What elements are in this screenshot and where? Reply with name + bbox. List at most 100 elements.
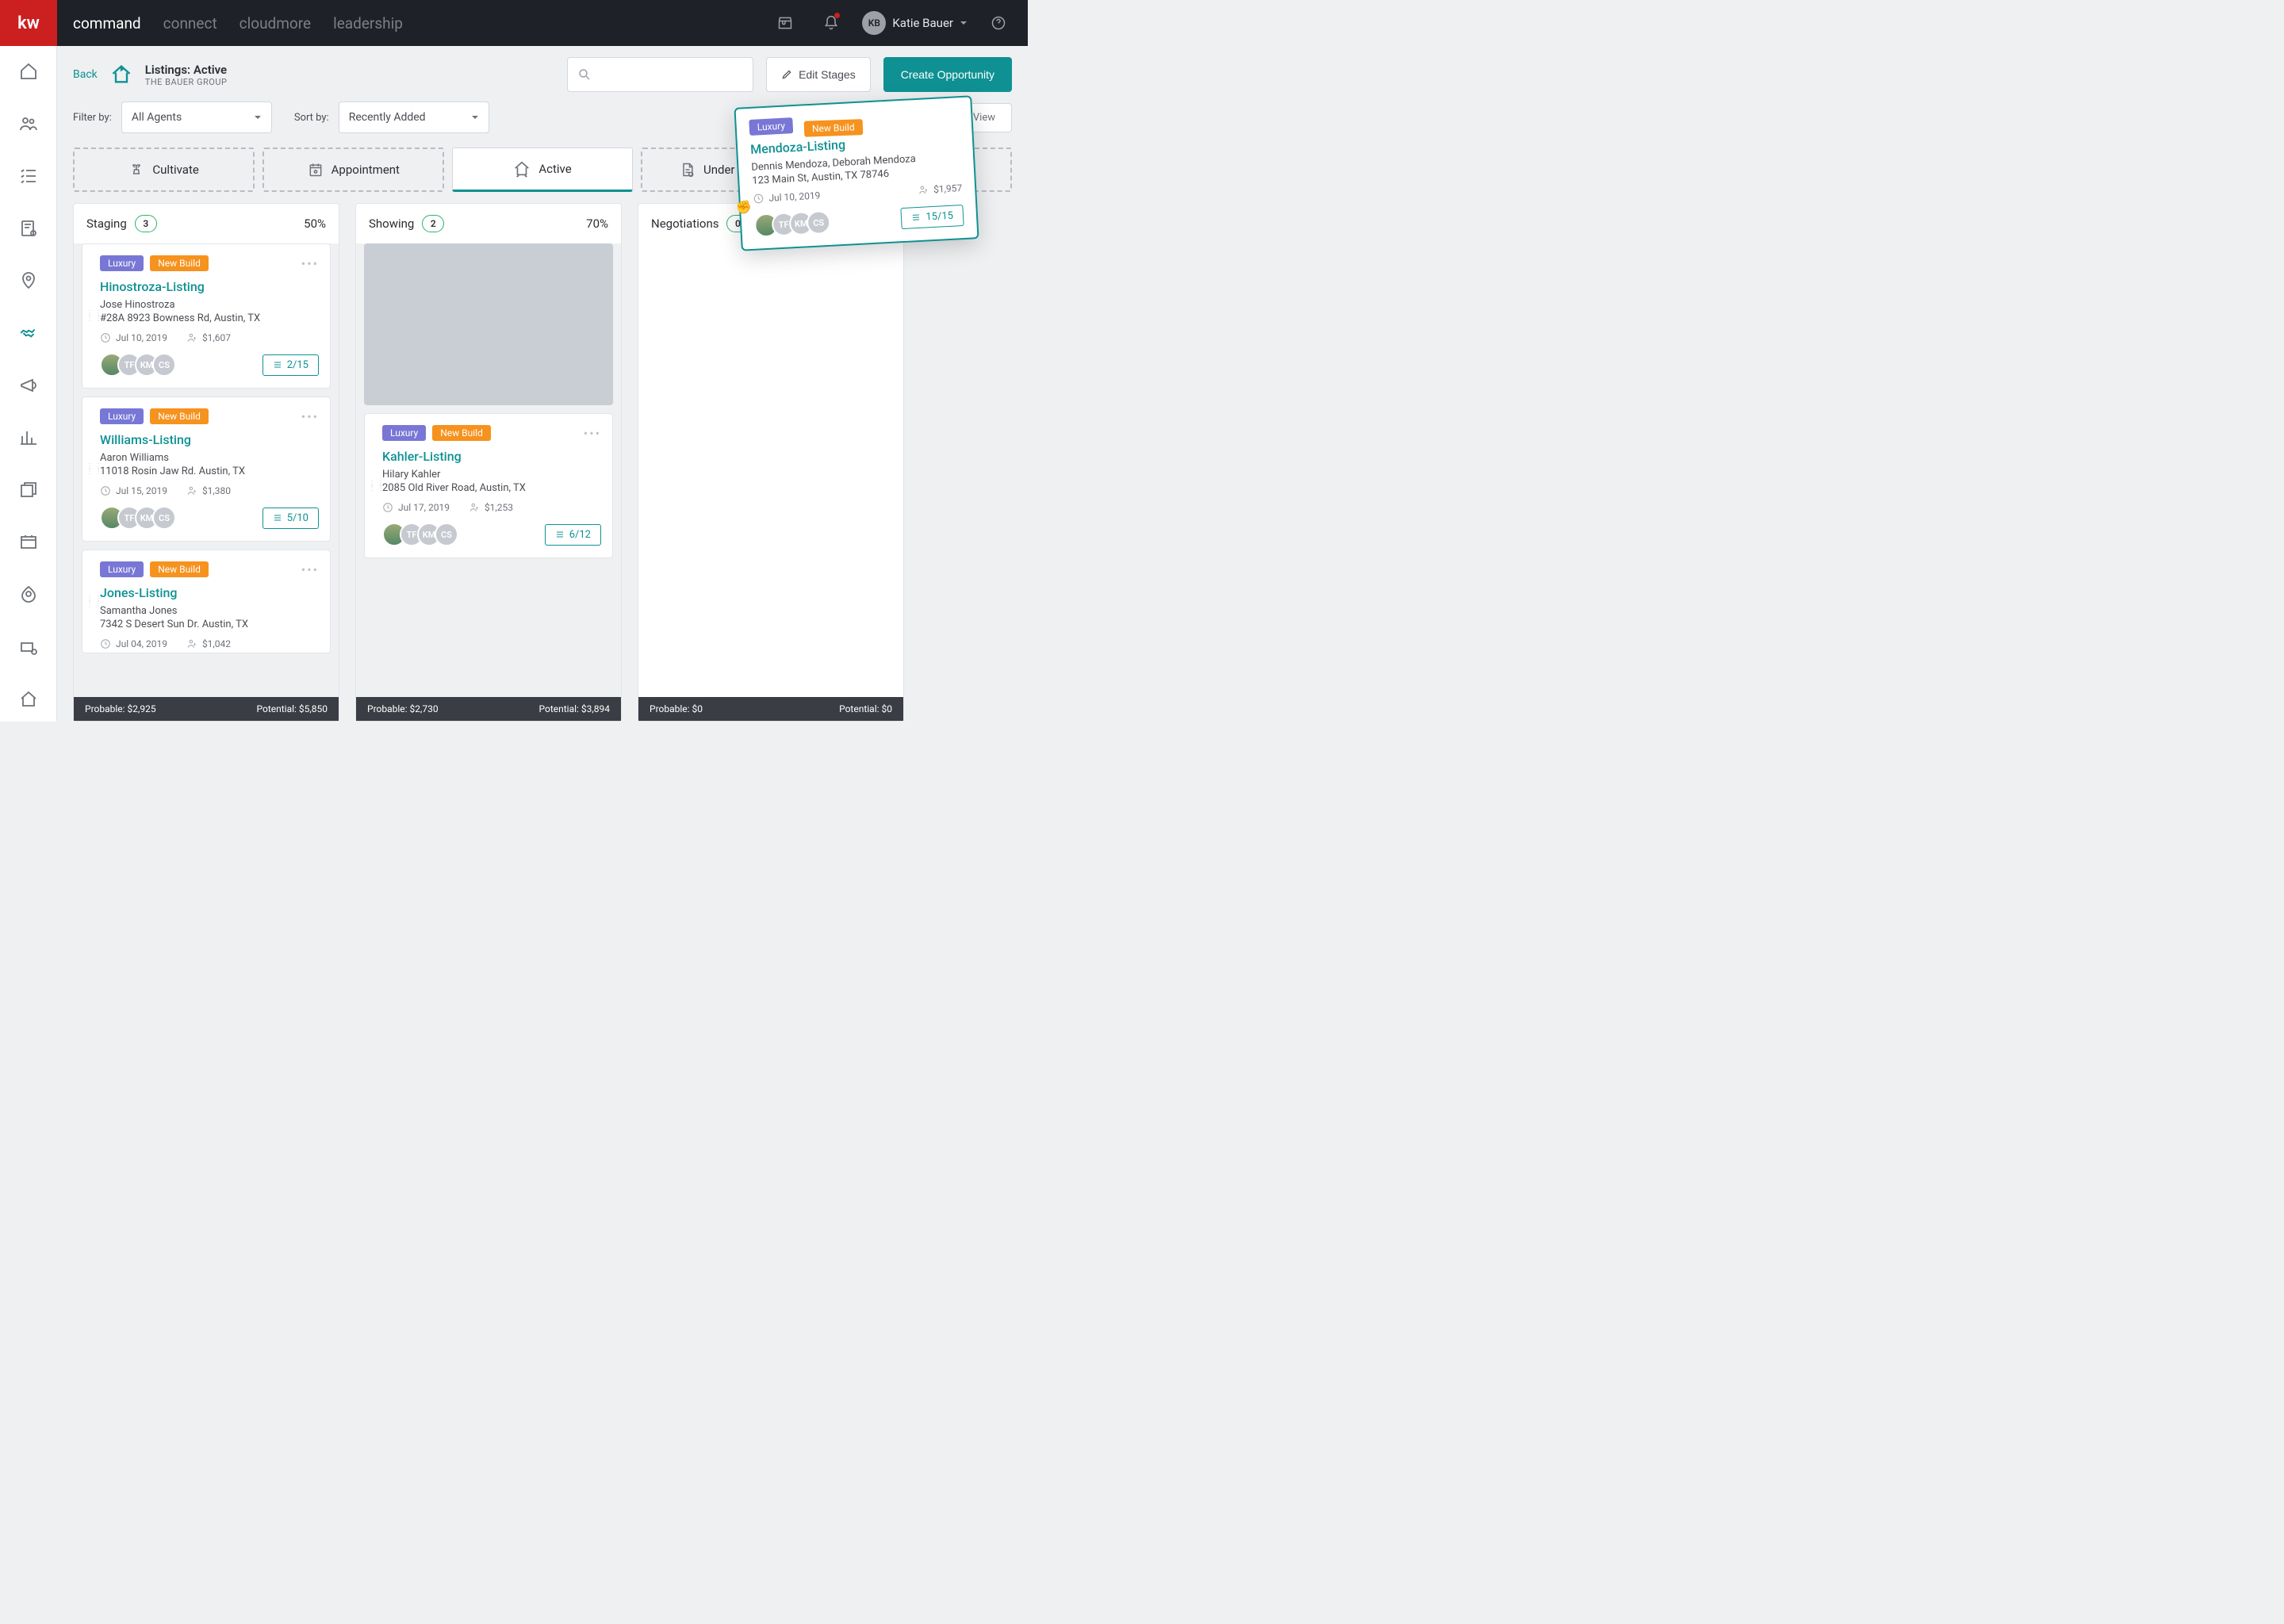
card-address: 11018 Rosin Jaw Rd. Austin, TX — [100, 465, 319, 477]
progress-chip[interactable]: 5/10 — [263, 508, 319, 529]
progress-chip[interactable]: 6/12 — [545, 524, 601, 546]
user-menu[interactable]: KB Katie Bauer — [862, 11, 968, 35]
chevron-down-icon — [471, 113, 479, 121]
tab-appointment[interactable]: Appointment — [263, 147, 444, 192]
listing-icon — [110, 63, 132, 86]
card-title[interactable]: Hinostroza-Listing — [100, 279, 319, 294]
nav-command[interactable]: command — [73, 14, 141, 33]
pencil-icon — [781, 69, 792, 80]
column-title: Staging — [86, 216, 127, 231]
tab-active[interactable]: Active — [452, 147, 632, 192]
back-link[interactable]: Back — [73, 68, 98, 81]
filter-by-label: Filter by: — [73, 112, 112, 124]
footer-potential: Potential: $5,850 — [256, 703, 328, 714]
assignee-avatars: TFKMCS — [100, 506, 176, 530]
bell-icon[interactable] — [816, 8, 846, 38]
search-input[interactable] — [567, 57, 753, 92]
rail-overview-icon[interactable] — [12, 688, 45, 710]
opportunity-card[interactable]: ⋮⋮⋮⋮ Luxury New Build ••• Kahler-Listing… — [364, 413, 613, 558]
drag-handle-icon[interactable]: ⋮⋮⋮⋮ — [86, 465, 103, 474]
column-staging: Staging 3 50% ⋮⋮⋮⋮ Luxury New Build ••• … — [73, 203, 339, 722]
progress-chip[interactable]: 2/15 — [263, 354, 319, 376]
card-date: Jul 10, 2019 — [753, 190, 821, 204]
nav-links: command connect cloudmore leadership — [73, 14, 403, 33]
dragging-card[interactable]: ✊ Luxury New Build Mendoza-Listing Denni… — [734, 95, 979, 251]
rail-map-icon[interactable] — [12, 584, 45, 606]
card-more-icon[interactable]: ••• — [301, 562, 319, 577]
footer-probable: Probable: $0 — [650, 703, 703, 714]
rail-reports-icon[interactable] — [12, 427, 45, 449]
rail-handshake-icon[interactable] — [12, 322, 45, 344]
footer-potential: Potential: $3,894 — [538, 703, 610, 714]
drop-placeholder — [364, 243, 613, 405]
nav-leadership[interactable]: leadership — [333, 14, 403, 33]
help-icon[interactable] — [983, 8, 1014, 38]
card-client: Aaron Williams — [100, 452, 319, 464]
progress-chip[interactable]: 15/15 — [901, 205, 964, 229]
drag-handle-icon[interactable]: ⋮⋮⋮⋮ — [86, 597, 103, 607]
card-title[interactable]: Williams-Listing — [100, 432, 319, 447]
card-client: Samantha Jones — [100, 605, 319, 617]
person-money-icon — [186, 332, 197, 343]
opportunity-card[interactable]: ⋮⋮⋮⋮ Luxury New Build ••• Williams-Listi… — [82, 396, 331, 542]
rail-home-icon[interactable] — [12, 60, 45, 82]
tag-newbuild: New Build — [804, 119, 863, 137]
count-badge: 2 — [422, 215, 444, 232]
user-avatar: KB — [862, 11, 886, 35]
footer-probable: Probable: $2,925 — [85, 703, 156, 714]
opportunity-card[interactable]: ⋮⋮⋮⋮ Luxury New Build ••• Hinostroza-Lis… — [82, 243, 331, 389]
chevron-down-icon — [254, 113, 262, 121]
card-more-icon[interactable]: ••• — [584, 426, 601, 441]
rail-forms-icon[interactable] — [12, 217, 45, 239]
card-price: $1,957 — [918, 182, 963, 196]
sort-by-label: Sort by: — [294, 112, 329, 124]
rail-tasks-icon[interactable] — [12, 165, 45, 187]
card-price: $1,380 — [186, 485, 231, 496]
card-title[interactable]: Kahler-Listing — [382, 449, 601, 464]
drag-handle-icon[interactable]: ⋮⋮⋮⋮ — [368, 481, 385, 491]
card-more-icon[interactable]: ••• — [301, 256, 319, 271]
card-title[interactable]: Jones-Listing — [100, 585, 319, 600]
card-address: #28A 8923 Bowness Rd, Austin, TX — [100, 312, 319, 324]
nav-cloudmore[interactable]: cloudmore — [240, 14, 311, 33]
rail-sign-icon[interactable] — [12, 636, 45, 658]
opportunity-card[interactable]: ⋮⋮⋮⋮ Luxury New Build ••• Jones-Listing … — [82, 550, 331, 653]
document-icon — [680, 162, 696, 178]
assignee-avatars: TFKMCS — [382, 523, 458, 546]
card-price: $1,607 — [186, 332, 231, 343]
nav-connect[interactable]: connect — [163, 14, 217, 33]
tag-luxury: Luxury — [749, 117, 793, 136]
column-percent: 70% — [586, 216, 608, 231]
assignee-avatars: TFKMCS — [754, 210, 831, 238]
edit-stages-label: Edit Stages — [799, 68, 856, 81]
drag-handle-icon[interactable]: ⋮⋮⋮⋮ — [86, 312, 103, 321]
footer-potential: Potential: $0 — [839, 703, 892, 714]
sort-value: Recently Added — [349, 111, 426, 124]
tag-luxury: Luxury — [382, 425, 426, 441]
sort-select[interactable]: Recently Added — [339, 102, 489, 133]
assignee-avatars: TF KM CS — [100, 353, 176, 377]
avatar: CS — [152, 353, 176, 377]
store-icon[interactable] — [770, 8, 800, 38]
filter-value: All Agents — [132, 111, 182, 124]
rail-people-icon[interactable] — [12, 113, 45, 135]
rail-location-icon[interactable] — [12, 270, 45, 292]
card-more-icon[interactable]: ••• — [301, 409, 319, 424]
filter-agents-select[interactable]: All Agents — [121, 102, 272, 133]
create-opportunity-button[interactable]: Create Opportunity — [883, 57, 1012, 92]
tag-newbuild: New Build — [150, 561, 209, 577]
rail-properties-icon[interactable] — [12, 531, 45, 553]
column-footer: Probable: $0 Potential: $0 — [638, 697, 903, 721]
rail-design-icon[interactable] — [12, 479, 45, 501]
column-percent: 50% — [304, 216, 326, 231]
tab-cultivate[interactable]: Cultivate — [73, 147, 255, 192]
card-date: Jul 10, 2019 — [100, 332, 167, 343]
column-title: Negotiations — [651, 216, 719, 231]
column-showing: Showing 2 70% ⋮⋮⋮⋮ Luxury New Build ••• … — [355, 203, 622, 722]
rail-campaign-icon[interactable] — [12, 374, 45, 396]
card-price: $1,253 — [469, 502, 513, 513]
top-nav: kw command connect cloudmore leadership … — [0, 0, 1028, 46]
edit-stages-button[interactable]: Edit Stages — [766, 57, 871, 92]
card-address: 7342 S Desert Sun Dr. Austin, TX — [100, 619, 319, 630]
card-client: Jose Hinostroza — [100, 299, 319, 311]
